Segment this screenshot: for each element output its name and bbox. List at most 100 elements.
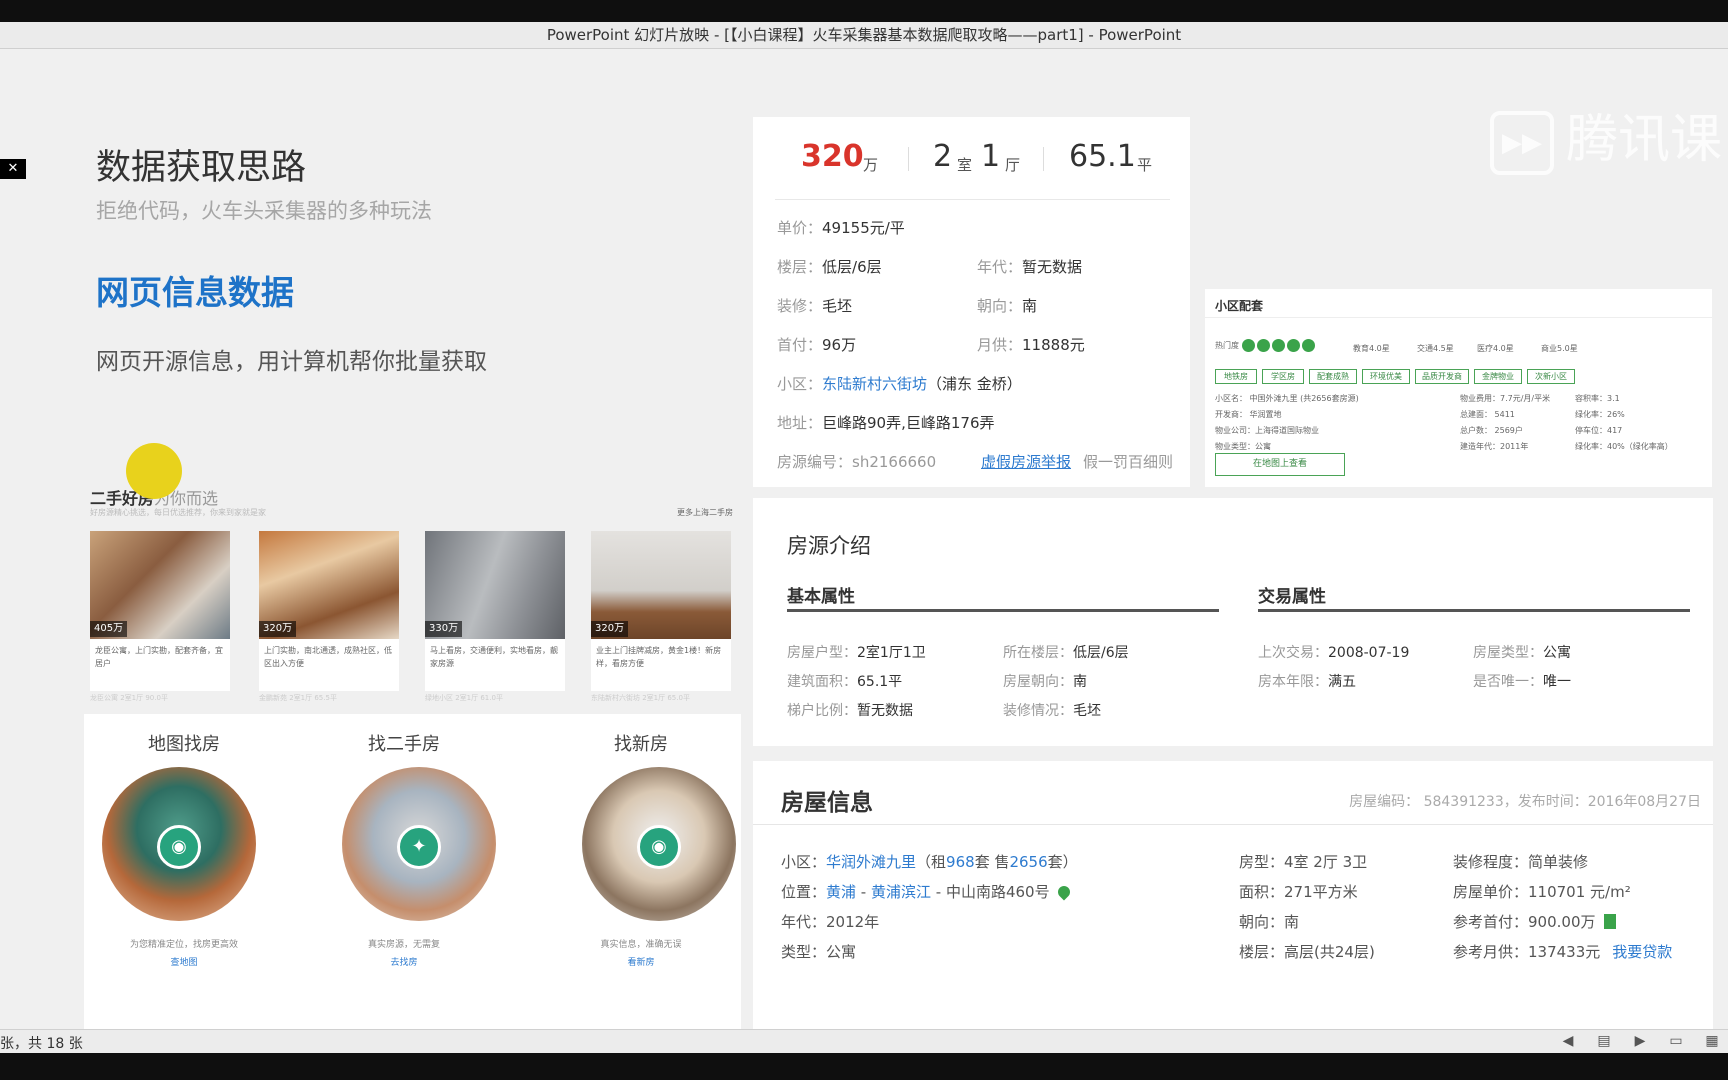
report-link[interactable]: 虚假房源举报 [981, 451, 1071, 472]
score-commerce: 商业5.0星 [1541, 344, 1578, 353]
listing-price: 330万 [425, 621, 463, 637]
status-bar: 张，共 18 张 ◀ ▤ ▶ ▭ ▦ [0, 1029, 1728, 1053]
listing-desc: 业主上门挂牌减房，黄金1楼！新房样，看房方便 [596, 646, 722, 668]
attr-orientation: 房屋朝向：南 [1003, 674, 1087, 690]
rent-count-link[interactable]: 968 [946, 853, 975, 871]
price-unit: 万 [863, 156, 879, 174]
attr-last-trade: 上次交易：2008-07-19 [1258, 645, 1410, 661]
mouse-pointer-highlight [126, 443, 182, 499]
community-info: 总户数： 2569户 [1460, 426, 1523, 435]
star-icon [1256, 339, 1270, 352]
house-monthly-row: 参考月供：137433元 我要贷款 [1453, 943, 1673, 961]
logo-text: 腾讯课 [1566, 110, 1723, 170]
orientation-row: 朝向：南 [977, 297, 1038, 315]
slide-sorter-icon[interactable]: ▦ [1702, 1033, 1722, 1049]
star-icon [1301, 339, 1315, 352]
house-year: 年代：2012年 [781, 913, 880, 931]
report-note: 假一罚百细则 [1083, 453, 1174, 471]
tag: 学区房 [1262, 369, 1304, 384]
listing-meta: 金鹏新苑 2室1厅 65.5平 [259, 694, 337, 702]
district-link[interactable]: 黄浦 [826, 883, 856, 901]
listing-price: 320万 [591, 621, 629, 637]
window-title: PowerPoint 幻灯片放映 - [【小白课程】火车采集器基本数据爬取攻略—… [546, 26, 1182, 44]
price-summary: 320 万 2 室 1 厅 65.1 平 [753, 139, 1190, 183]
listing-desc: 龙臣公寓，上门实勘，配套齐备，宜居户 [95, 646, 223, 668]
view-on-map-button[interactable]: 在地图上查看 [1215, 453, 1345, 476]
down-payment-row: 首付：96万 [777, 336, 857, 354]
new-house-link[interactable]: 看新房 [541, 955, 741, 968]
more-listings-link[interactable]: 更多上海二手房 [677, 507, 733, 518]
community-link[interactable]: 东陆新村六街坊 [822, 375, 927, 393]
tag: 品质开发商 [1415, 369, 1469, 384]
idea-icon: ✦ [397, 825, 441, 869]
slide-body-text: 网页开源信息，用计算机帮你批量获取 [96, 349, 487, 375]
eye-icon: ◉ [637, 825, 681, 869]
community-row: 小区：东陆新村六街坊（浦东 金桥） [777, 375, 1022, 393]
house-community-link[interactable]: 华润外滩九里 [826, 853, 916, 871]
reading-view-icon[interactable]: ▭ [1666, 1033, 1686, 1049]
trade-attributes-title: 交易属性 [1258, 587, 1326, 607]
listing-desc: 马上看房，交通便利，实地看房，靓家房源 [430, 646, 558, 668]
map-search-image[interactable]: ◉ [102, 767, 256, 921]
divider [1205, 317, 1712, 318]
listing-id: 房源编号：sh2166660 [777, 453, 937, 471]
house-orientation: 朝向：南 [1239, 913, 1300, 931]
floor-row: 楼层：低层/6层 [777, 258, 882, 276]
map-link[interactable]: 查地图 [84, 955, 284, 968]
new-house-image[interactable]: ◉ [582, 767, 736, 921]
calculator-icon[interactable] [1603, 914, 1616, 929]
community-panel-title: 小区配套 [1215, 299, 1264, 313]
community-info: 绿化率：26% [1575, 410, 1625, 419]
hot-rating: 热门度 [1215, 339, 1317, 352]
community-info: 小区名： 中国外滩九里 (共2656套房源) [1215, 394, 1359, 403]
tag: 金牌物业 [1474, 369, 1522, 384]
community-info: 物业费用：7.7元/月/平米 [1460, 394, 1551, 403]
tag: 配套成熟 [1309, 369, 1357, 384]
listing-card[interactable]: 330万 马上看房，交通便利，实地看房，靓家房源 绿地小区 2室1厅 61.0平 [425, 531, 565, 702]
next-slide-icon[interactable]: ▶ [1630, 1033, 1650, 1049]
notes-view-icon[interactable]: ▤ [1594, 1033, 1614, 1049]
score-medical: 医疗4.0星 [1477, 344, 1514, 353]
map-pin-icon[interactable] [1055, 883, 1073, 901]
slide-subtitle: 拒绝代码，火车头采集器的多种玩法 [96, 199, 432, 223]
attr-area: 建筑面积：65.1平 [787, 674, 903, 690]
close-icon[interactable]: ✕ [0, 159, 26, 179]
house-info-panel: 房屋信息 房屋编码： 584391233，发布时间：2016年08月27日 小区… [753, 761, 1713, 1029]
score-traffic: 交通4.5星 [1417, 344, 1454, 353]
house-community-row: 小区：华润外滩九里（租968套 售2656套） [781, 853, 1078, 871]
previous-slide-icon[interactable]: ◀ [1558, 1033, 1578, 1049]
feature-caption: 真实信息，准确无误 [600, 940, 682, 950]
house-code-meta: 房屋编码： 584391233，发布时间：2016年08月27日 [1349, 794, 1701, 810]
house-info-title: 房屋信息 [781, 790, 873, 816]
divider [775, 199, 1170, 200]
basic-attributes-title: 基本属性 [787, 587, 855, 607]
area-link[interactable]: 黄浦滨江 [871, 883, 931, 901]
sale-count-link[interactable]: 2656 [1009, 853, 1047, 871]
feature-title: 找新房 [614, 734, 668, 755]
community-info: 总建面： 5411 [1460, 410, 1515, 419]
area-unit: 平 [1137, 156, 1153, 174]
find-house-link[interactable]: 去找房 [304, 955, 504, 968]
community-info: 停车位：417 [1575, 426, 1623, 435]
second-hand-image[interactable]: ✦ [342, 767, 496, 921]
room-unit: 室 [957, 156, 973, 174]
house-area: 面积：271平方米 [1239, 883, 1358, 901]
listing-card[interactable]: 320万 上门实勘，南北通透，成熟社区，低区出入方便 金鹏新苑 2室1厅 65.… [259, 531, 399, 702]
community-info: 容积率：3.1 [1575, 394, 1620, 403]
house-location-row: 位置：黄浦 - 黄浦滨江 - 中山南路460号 [781, 881, 1073, 902]
attr-decoration: 装修情况：毛坯 [1003, 703, 1101, 719]
house-down-payment-row: 参考首付：900.00万 [1453, 911, 1616, 932]
loan-link[interactable]: 我要贷款 [1612, 943, 1672, 961]
feature-caption: 为您精准定位，找房更高效 [129, 940, 238, 950]
feature-caption: 真实房源，无需复 [367, 940, 440, 950]
year-row: 年代：暂无数据 [977, 258, 1083, 276]
tag: 地铁房 [1215, 369, 1257, 384]
star-icon [1286, 339, 1300, 352]
play-logo-icon: ▶▶ [1490, 111, 1554, 175]
attr-only-home: 是否唯一：唯一 [1473, 674, 1571, 690]
intro-title: 房源介绍 [787, 534, 871, 558]
listing-card[interactable]: 405万 龙臣公寓，上门实勘，配套齐备，宜居户 龙臣公寓 2室1厅 90.0平 [90, 531, 230, 702]
feature-title: 地图找房 [148, 734, 220, 755]
house-unit-price: 房屋单价：110701 元/m² [1453, 883, 1631, 901]
listing-card[interactable]: 320万 业主上门挂牌减房，黄金1楼！新房样，看房方便 东陆新村六街坊 2室1厅… [591, 531, 731, 702]
